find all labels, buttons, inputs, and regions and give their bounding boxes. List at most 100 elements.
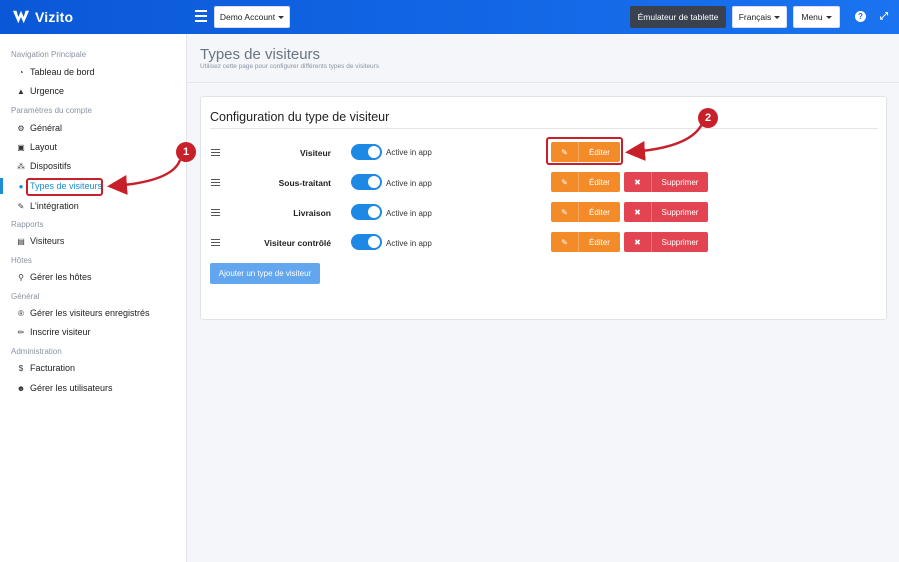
sidebar-item-urgence[interactable]: ▲ Urgence: [16, 84, 64, 98]
card-divider: [210, 128, 878, 129]
edit-label: Éditer: [589, 177, 610, 187]
user-tie-icon: ⚲: [18, 272, 24, 282]
visitor-type-config-card: Configuration du type de visiteur Visite…: [200, 96, 887, 320]
top-navbar: Vizito Demo Account Émulateur de tablett…: [0, 0, 899, 34]
close-icon: ✖: [624, 202, 652, 222]
edit-label: Éditer: [589, 207, 610, 217]
page-subtitle: Utilisez cette page pour configurer diff…: [200, 63, 380, 70]
sidebar-item-inscrire-visiteur[interactable]: ✏ Inscrire visiteur: [16, 325, 91, 339]
highlight-box-sidebar: [26, 178, 103, 196]
sidebar-item-dispositifs[interactable]: ⁂ Dispositifs: [16, 159, 71, 173]
sidebar-item-label: Inscrire visiteur: [30, 327, 91, 337]
warning-icon: ▲: [17, 86, 25, 96]
toggle-label: Active in app: [386, 239, 432, 248]
sidebar-section-title: Général: [11, 292, 40, 301]
sidebar-item-gerer-les-utilisateurs[interactable]: ☻ Gérer les utilisateurs: [16, 381, 113, 395]
user-cog-icon: ☻: [16, 383, 26, 393]
sidebar-item-label: Gérer les visiteurs enregistrés: [30, 308, 150, 318]
sidebar-item-tableau-de-bord[interactable]: ◔ Tableau de bord: [16, 65, 95, 79]
toggle-label: Active in app: [386, 209, 432, 218]
book-icon: ▤: [17, 236, 25, 246]
sidebar-item-visiteurs-enregistres[interactable]: ® Gérer les visiteurs enregistrés: [16, 306, 150, 320]
active-toggle[interactable]: [351, 174, 382, 190]
delete-button[interactable]: ✖ Supprimer: [624, 202, 708, 222]
language-dropdown[interactable]: Français: [732, 6, 787, 28]
active-toggle[interactable]: [351, 204, 382, 220]
tablet-emulator-label: Émulateur de tablette: [637, 12, 719, 22]
plug-icon: ✎: [17, 201, 25, 211]
visitor-type-name: Visiteur: [299, 148, 331, 158]
sidebar-section-title: Paramètres du compte: [11, 106, 92, 115]
question-circle-icon[interactable]: ?: [855, 11, 866, 22]
menu-label: Menu: [801, 12, 823, 22]
add-visitor-type-button[interactable]: Ajouter un type de visiteur: [210, 263, 320, 284]
close-icon: ✖: [624, 232, 652, 252]
active-toggle[interactable]: [351, 144, 382, 160]
toggle-label: Active in app: [386, 148, 432, 157]
pencil-icon: ✏: [17, 327, 25, 337]
sidebar-item-label: Facturation: [30, 363, 76, 373]
sidebar-item-label: Urgence: [30, 86, 65, 96]
language-label: Français: [738, 12, 772, 22]
delete-button[interactable]: ✖ Supprimer: [624, 232, 708, 252]
image-icon: ▣: [17, 142, 25, 152]
active-toggle[interactable]: [351, 234, 382, 250]
card-title: Configuration du type de visiteur: [210, 110, 390, 124]
annotation-badge-2: 2: [698, 108, 718, 128]
header-divider: [187, 82, 899, 83]
visitor-type-name: Livraison: [293, 208, 331, 218]
chevron-down-icon: [278, 15, 285, 19]
sidebar-item-label: Layout: [30, 142, 58, 152]
sidebar-item-facturation[interactable]: $ Facturation: [16, 361, 75, 375]
dollar-icon: $: [18, 363, 24, 373]
sidebar-item-label: Général: [30, 123, 63, 133]
sidebar-item-gerer-les-hotes[interactable]: ⚲ Gérer les hôtes: [16, 270, 92, 284]
delete-button[interactable]: ✖ Supprimer: [624, 172, 708, 192]
active-indicator: [0, 178, 3, 194]
sidebar-item-label: Tableau de bord: [30, 67, 95, 77]
page-title: Types de visiteurs: [200, 46, 321, 63]
expand-icon[interactable]: ⤢: [880, 11, 888, 22]
edit-button[interactable]: ✎ Éditer: [551, 172, 620, 192]
users-icon: ●: [18, 181, 24, 191]
chevron-down-icon: [825, 15, 832, 19]
sidebar-item-general[interactable]: ⚙ Général: [16, 121, 62, 135]
sitemap-icon: ⁂: [17, 161, 25, 171]
edit-button[interactable]: ✎ Éditer: [551, 202, 620, 222]
sidebar-section-title: Administration: [11, 347, 62, 356]
edit-label: Éditer: [589, 237, 610, 247]
sidebar-item-integration[interactable]: ✎ L'intégration: [16, 199, 79, 213]
sidebar-item-visiteurs[interactable]: ▤ Visiteurs: [16, 234, 64, 248]
registered-icon: ®: [18, 308, 24, 318]
hamburger-menu-icon[interactable]: [195, 10, 207, 22]
gear-icon: ⚙: [17, 123, 25, 133]
sidebar-section-title: Hôtes: [11, 256, 32, 265]
sidebar-item-label: Gérer les hôtes: [30, 272, 92, 282]
sidebar-item-label: Visiteurs: [30, 236, 65, 246]
edit-icon: ✎: [551, 172, 579, 192]
sidebar-item-layout[interactable]: ▣ Layout: [16, 140, 57, 154]
sidebar-item-label: Gérer les utilisateurs: [30, 383, 113, 393]
sidebar-section-title: Navigation Principale: [11, 50, 87, 59]
close-icon: ✖: [624, 172, 652, 192]
sidebar-item-label: L'intégration: [30, 201, 79, 211]
edit-icon: ✎: [551, 232, 579, 252]
toggle-label: Active in app: [386, 179, 432, 188]
logo[interactable]: Vizito: [12, 8, 73, 26]
annotation-badge-1: 1: [176, 142, 196, 162]
vizito-logo-icon: [12, 10, 30, 24]
highlight-box-edit: [546, 137, 623, 165]
delete-label: Supprimer: [661, 237, 699, 247]
edit-button[interactable]: ✎ Éditer: [551, 232, 620, 252]
menu-dropdown[interactable]: Menu: [793, 6, 840, 28]
tablet-emulator-button[interactable]: Émulateur de tablette: [630, 6, 726, 28]
visitor-type-name: Sous-traitant: [278, 178, 331, 188]
sidebar-section-title: Rapports: [11, 220, 44, 229]
dashboard-icon: ◔: [18, 67, 24, 77]
account-dropdown[interactable]: Demo Account: [214, 6, 290, 28]
edit-icon: ✎: [551, 202, 579, 222]
chevron-down-icon: [774, 15, 781, 19]
account-dropdown-label: Demo Account: [219, 12, 276, 22]
sidebar: Navigation Principale ◔ Tableau de bord …: [0, 34, 187, 562]
logo-text: Vizito: [35, 9, 74, 25]
